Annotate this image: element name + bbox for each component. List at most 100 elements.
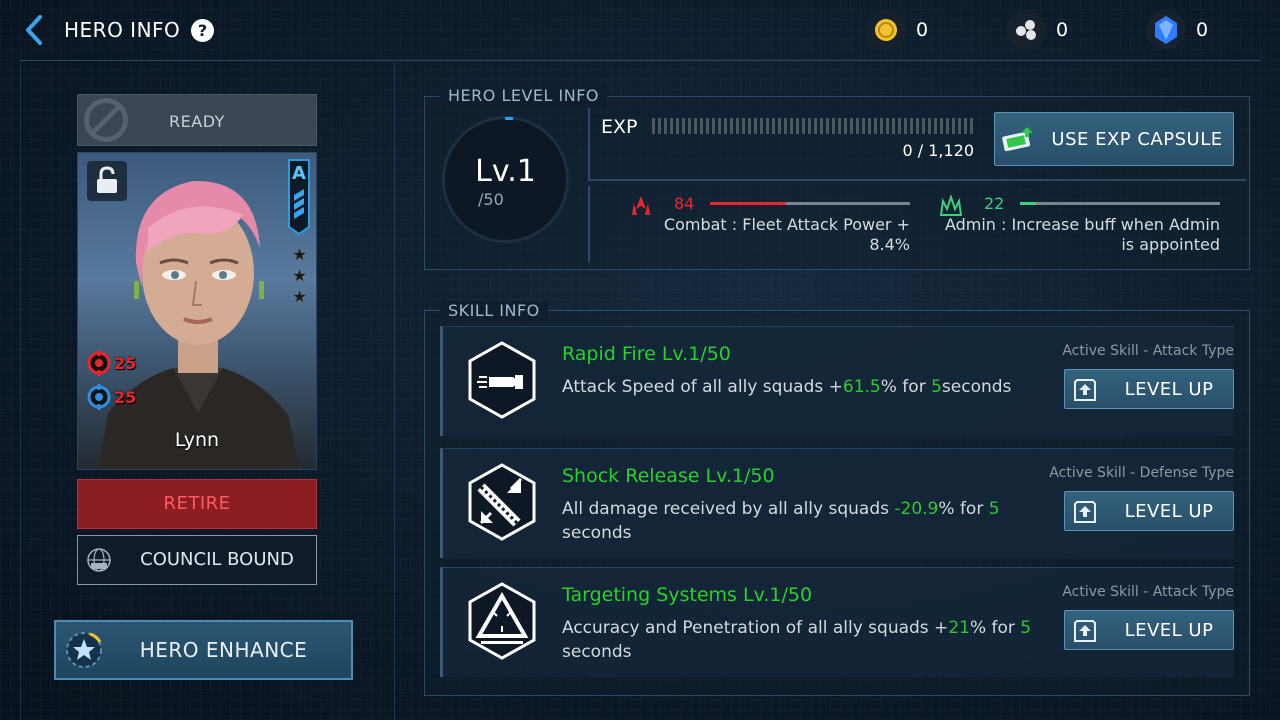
combat-description: Combat : Fleet Attack Power + 8.4%	[600, 215, 910, 255]
resource-material: 0	[1006, 10, 1068, 50]
crystal-value: 0	[1196, 19, 1209, 41]
back-arrow-icon[interactable]	[22, 12, 48, 48]
skill-desc-duration: 5	[988, 499, 1000, 519]
hero-name: Lynn	[174, 429, 220, 451]
defense-value: 25	[114, 387, 137, 407]
exp-box-border	[588, 108, 590, 180]
rank-letter: A	[292, 163, 306, 184]
admin-description: Admin : Increase buff when Admin is appo…	[920, 215, 1220, 255]
lock-toggle[interactable]	[87, 161, 127, 201]
combat-desc-line2: 8.4%	[869, 235, 910, 254]
level-up-icon	[1074, 501, 1096, 523]
skill-card-targeting-systems[interactable]: Targeting Systems Lv.1/50 Active Skill -…	[440, 567, 1234, 677]
level-up-label: LEVEL UP	[1124, 379, 1214, 400]
resource-crystal: 0	[1146, 10, 1208, 50]
admin-bar	[1020, 202, 1220, 205]
admin-value: 22	[984, 194, 1005, 213]
council-bound-label: COUNCIL BOUND	[140, 549, 294, 570]
level-info-label: HERO LEVEL INFO	[440, 86, 607, 105]
attack-icon	[87, 350, 111, 376]
skill-desc-text: % for	[938, 499, 989, 519]
material-value: 0	[1056, 19, 1069, 41]
skill-type: Active Skill - Attack Type	[1062, 584, 1234, 600]
gold-coin-icon	[866, 10, 906, 50]
hero-stars: ★★★	[290, 245, 309, 308]
combat-bar	[710, 202, 910, 205]
skill-desc-text: % for	[969, 618, 1021, 638]
gold-value: 0	[916, 19, 929, 41]
attack-stat: 25	[86, 350, 136, 376]
skill-type: Active Skill - Attack Type	[1062, 343, 1234, 359]
skill-name: Targeting Systems Lv.1/50	[562, 584, 813, 606]
hero-portrait[interactable]: A ★★★ 25 25 Lynn	[77, 152, 317, 470]
skill-card-shock-release[interactable]: Shock Release Lv.1/50 Active Skill - Def…	[440, 448, 1234, 558]
defense-icon	[87, 384, 111, 410]
level-up-button[interactable]: LEVEL UP	[1064, 491, 1234, 531]
rapid-fire-icon	[468, 341, 536, 419]
level-up-label: LEVEL UP	[1124, 620, 1214, 641]
skill-desc-text: All damage received by all ally squads	[562, 499, 895, 519]
help-icon[interactable]: ?	[191, 19, 214, 42]
admin-bar-fill	[1020, 202, 1036, 205]
left-frame	[20, 62, 21, 720]
skill-info-label: SKILL INFO	[440, 301, 548, 320]
skill-desc-text: Attack Speed of all ally squads +	[562, 377, 843, 397]
skill-name: Shock Release Lv.1/50	[562, 465, 775, 487]
ready-label: READY	[169, 112, 225, 131]
skill-name: Rapid Fire Lv.1/50	[562, 343, 731, 365]
unlock-icon	[97, 166, 117, 193]
skill-description: Accuracy and Penetration of all ally squ…	[562, 616, 1032, 664]
council-bound-button[interactable]: COUNCIL BOUND	[77, 535, 317, 585]
skill-description: Attack Speed of all ally squads +61.5% f…	[562, 375, 1032, 399]
crystal-icon	[1146, 10, 1186, 50]
shock-release-icon	[468, 463, 536, 541]
hero-level: Lv.1	[475, 154, 536, 189]
level-up-button[interactable]: LEVEL UP	[1064, 610, 1234, 650]
defense-stat: 25	[86, 384, 136, 410]
skill-desc-duration: 5	[1020, 618, 1032, 638]
level-progress-arc	[505, 117, 513, 120]
combat-desc-line1: Combat : Fleet Attack Power +	[663, 215, 910, 234]
skill-desc-value: 21	[948, 618, 970, 638]
skill-desc-text: seconds	[941, 377, 1012, 397]
resource-gold: 0	[866, 10, 928, 50]
hero-level-max: /50	[478, 190, 504, 209]
skill-desc-text: Accuracy and Penetration of all ally squ…	[562, 618, 949, 638]
admin-desc-line2: is appointed	[1121, 235, 1220, 254]
use-exp-capsule-button[interactable]: USE EXP CAPSULE	[994, 112, 1234, 166]
material-icon	[1006, 10, 1046, 50]
skill-desc-text: seconds	[562, 642, 632, 662]
header-divider	[20, 60, 1260, 61]
exp-progress-bar	[652, 118, 975, 134]
targeting-systems-icon	[468, 582, 536, 660]
level-up-icon	[1074, 620, 1096, 642]
skill-desc-value: 61.5	[842, 377, 881, 397]
skill-desc-value: -20.9	[894, 499, 939, 519]
skill-desc-duration: 5	[931, 377, 942, 397]
skill-desc-text: % for	[880, 377, 932, 397]
exp-value: 0 / 1,120	[902, 141, 974, 160]
skill-type: Active Skill - Defense Type	[1049, 465, 1234, 481]
retire-button[interactable]: RETIRE	[77, 479, 317, 529]
attack-value: 25	[114, 353, 137, 373]
skill-desc-text: seconds	[562, 523, 632, 543]
exp-box-underline	[588, 179, 1246, 181]
use-exp-capsule-label: USE EXP CAPSULE	[1051, 129, 1223, 150]
ready-status-bar: READY	[77, 94, 317, 146]
level-up-label: LEVEL UP	[1124, 501, 1214, 522]
council-icon	[87, 548, 111, 572]
exp-capsule-icon	[1002, 127, 1033, 152]
admin-icon	[939, 195, 963, 216]
exp-label: EXP	[601, 116, 638, 138]
page-title: HERO INFO	[64, 18, 181, 42]
combat-bar-fill	[710, 202, 786, 205]
hero-enhance-label: HERO ENHANCE	[139, 638, 308, 662]
attr-box-border	[588, 186, 590, 262]
level-up-button[interactable]: LEVEL UP	[1064, 369, 1234, 409]
skill-description: All damage received by all ally squads -…	[562, 497, 1032, 545]
combat-value: 84	[674, 194, 695, 213]
hero-enhance-button[interactable]: HERO ENHANCE	[54, 620, 353, 680]
panel-divider	[394, 62, 395, 720]
combat-icon	[632, 196, 650, 215]
skill-card-rapid-fire[interactable]: Rapid Fire Lv.1/50 Active Skill - Attack…	[440, 326, 1234, 436]
